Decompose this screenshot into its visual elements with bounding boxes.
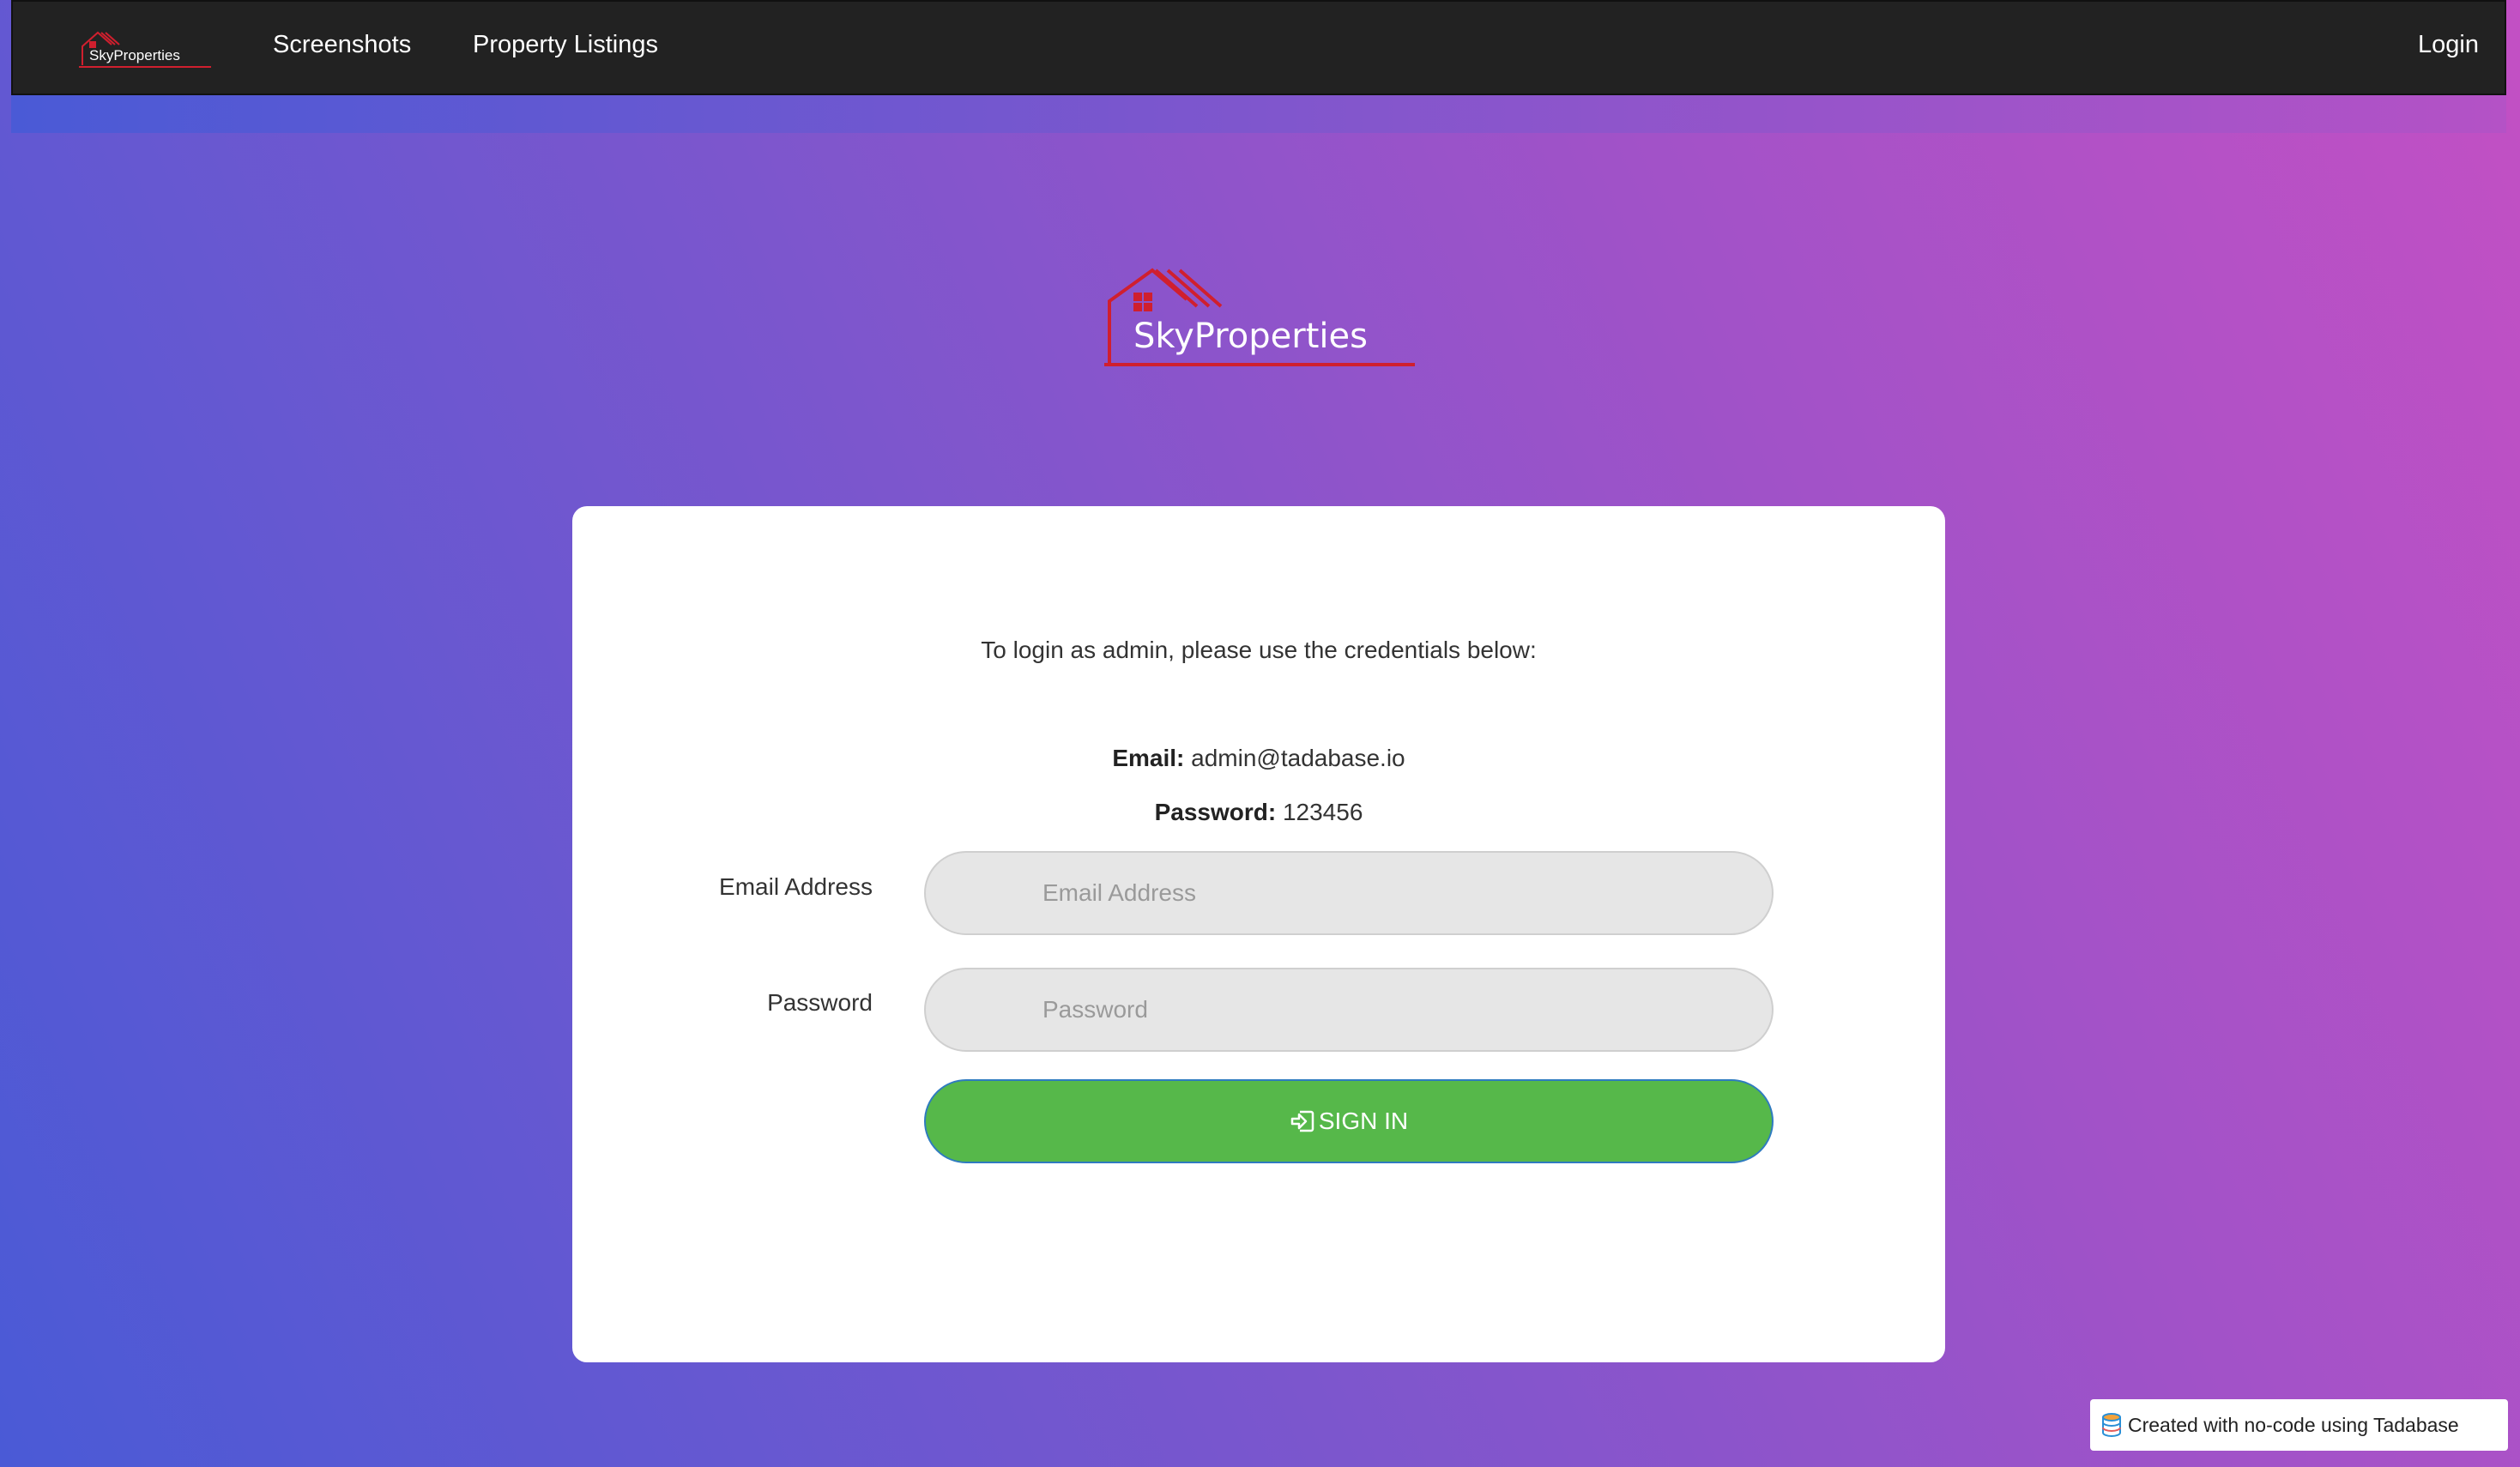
top-navbar: SkyProperties Screenshots Property Listi… (11, 0, 2506, 95)
admin-password-key: Password: (1154, 799, 1277, 825)
hero-skyproperties-logo: SkyProperties (1104, 268, 1415, 366)
sign-in-button[interactable]: SIGN IN (924, 1079, 1774, 1163)
admin-password-value: 123456 (1282, 799, 1363, 825)
login-instructions: To login as admin, please use the creden… (981, 637, 1537, 663)
email-field[interactable] (924, 851, 1774, 935)
admin-email-credential: Email: admin@tadabase.io (572, 745, 1945, 772)
email-field-label: Email Address (719, 873, 873, 900)
hero-logo-text: SkyProperties (1133, 317, 1368, 356)
nav-link-login[interactable]: Login (2418, 31, 2479, 59)
nav-link-screenshots[interactable]: Screenshots (273, 31, 411, 59)
admin-email-value: admin@tadabase.io (1191, 745, 1405, 771)
login-card: To login as admin, please use the creden… (572, 506, 1945, 1362)
sign-in-icon (1290, 1110, 1314, 1132)
tadabase-badge[interactable]: Created with no-code using Tadabase (2090, 1399, 2508, 1451)
skyproperties-logo[interactable]: SkyProperties (77, 27, 215, 72)
database-icon (2102, 1413, 2121, 1438)
nav-link-property-listings[interactable]: Property Listings (473, 31, 658, 59)
admin-password-credential: Password: 123456 (572, 799, 1945, 826)
nav-logo-text: SkyProperties (89, 47, 180, 63)
navbar-gradient-strip (11, 95, 2506, 133)
admin-email-key: Email: (1112, 745, 1185, 771)
password-field-label: Password (767, 989, 873, 1016)
sign-in-label: SIGN IN (1318, 1108, 1409, 1134)
tadabase-badge-text: Created with no-code using Tadabase (2128, 1413, 2459, 1436)
password-field[interactable] (924, 968, 1774, 1052)
